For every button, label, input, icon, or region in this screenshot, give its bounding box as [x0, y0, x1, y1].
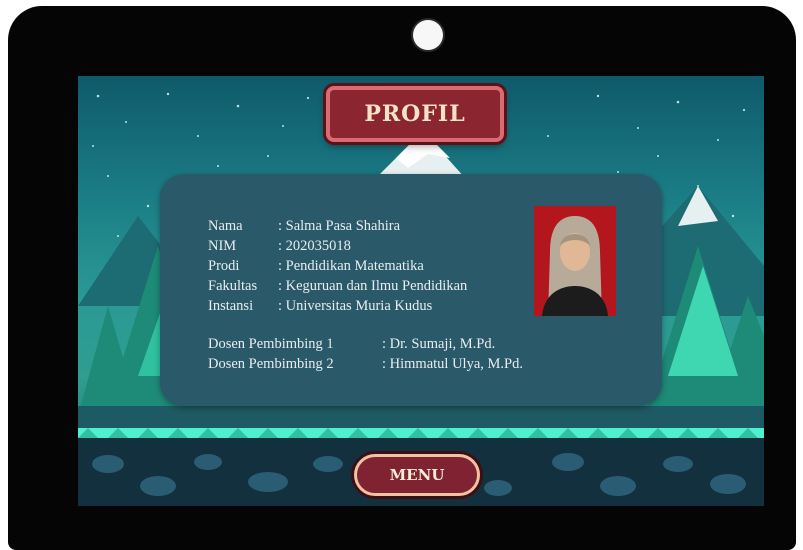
info-row-instansi: Instansi : Universitas Muria Kudus	[208, 296, 523, 316]
info-row-prodi: Prodi : Pendidikan Matematika	[208, 256, 523, 276]
portrait-illustration	[534, 206, 616, 316]
info-value: : Himmatul Ulya, M.Pd.	[382, 356, 523, 372]
info-row-dosen-1: Dosen Pembimbing 1 : Dr. Sumaji, M.Pd.	[208, 334, 523, 354]
info-label: Dosen Pembimbing 2	[208, 356, 334, 372]
info-row-nim: NIM : 202035018	[208, 236, 523, 256]
info-value: : Universitas Muria Kudus	[278, 298, 433, 314]
info-row-dosen-2: Dosen Pembimbing 2 : Himmatul Ulya, M.Pd…	[208, 354, 523, 374]
info-label: Dosen Pembimbing 1	[208, 336, 334, 352]
info-label: Nama	[208, 218, 243, 234]
info-value: : Keguruan dan Ilmu Pendidikan	[278, 278, 468, 294]
info-value: : Dr. Sumaji, M.Pd.	[382, 336, 496, 352]
camera-icon	[413, 20, 443, 50]
profile-info: Nama : Salma Pasa Shahira NIM : 20203501…	[208, 216, 523, 374]
device-frame: PROFIL Nama : Salma Pasa Shahira NIM : 2…	[8, 6, 796, 550]
menu-button[interactable]: MENU	[354, 454, 480, 496]
info-label: Fakultas	[208, 278, 258, 294]
info-row-fakultas: Fakultas : Keguruan dan Ilmu Pendidikan	[208, 276, 523, 296]
profile-photo	[534, 206, 616, 316]
info-label: Prodi	[208, 258, 240, 274]
info-value: : Pendidikan Matematika	[278, 258, 424, 274]
info-label: NIM	[208, 238, 237, 254]
info-value: : 202035018	[278, 238, 351, 254]
info-value: : Salma Pasa Shahira	[278, 218, 401, 234]
profile-panel: Nama : Salma Pasa Shahira NIM : 20203501…	[160, 174, 662, 406]
info-label: Instansi	[208, 298, 254, 314]
info-row-nama: Nama : Salma Pasa Shahira	[208, 216, 523, 236]
profil-title-button[interactable]: PROFIL	[326, 86, 504, 142]
